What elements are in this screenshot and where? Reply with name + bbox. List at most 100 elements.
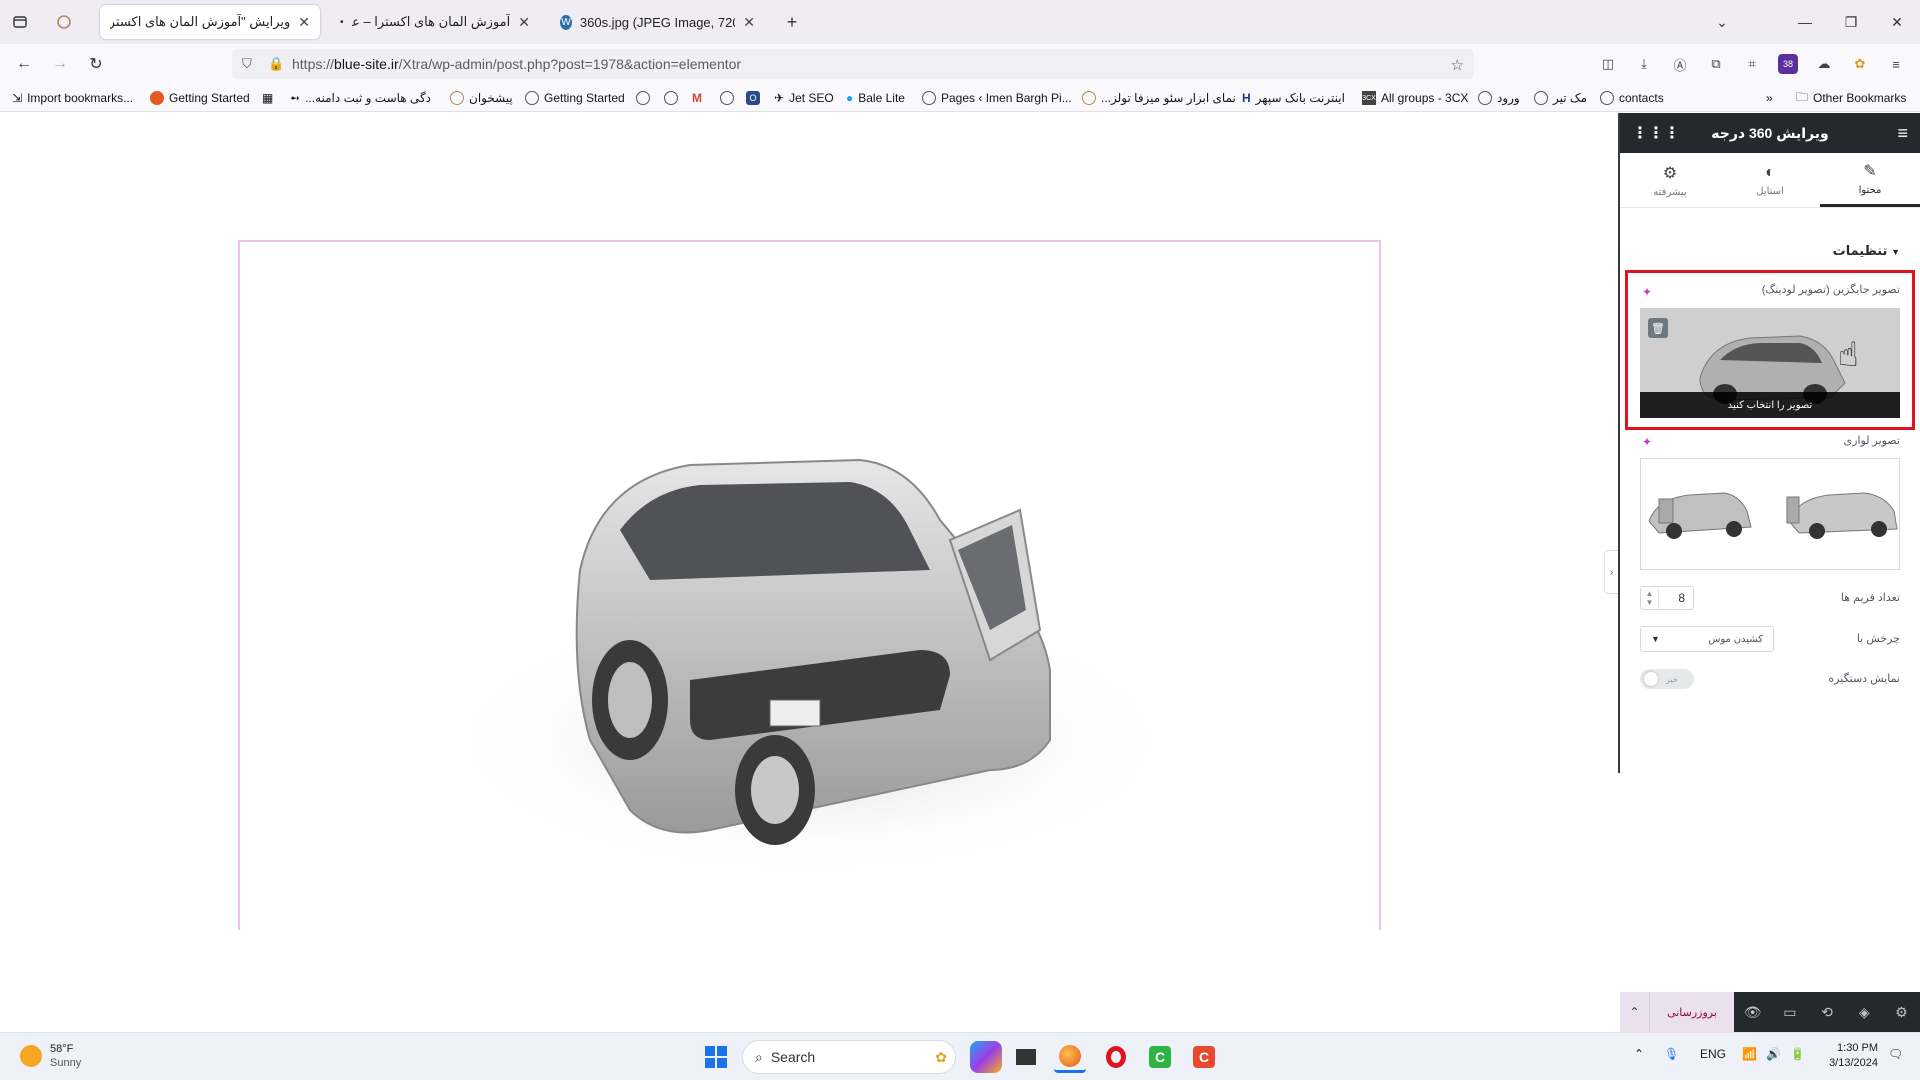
close-tab-icon[interactable]: ✕ [518,14,530,31]
tab-list-icon[interactable] [8,10,32,34]
bookmark-item[interactable]: contacts [1600,89,1664,107]
frames-count-input[interactable]: ▲ ▼ 8 [1640,586,1694,610]
account-icon[interactable]: Ⓐ [1670,54,1690,74]
addon-icon[interactable]: ✿ [1850,54,1870,74]
close-window-button[interactable]: ✕ [1874,8,1920,36]
bookmark-item[interactable]: ...نمای ابزار سئو میزفا تولز [1082,89,1236,107]
ai-sparkle-icon[interactable]: ✦ [1642,435,1652,449]
wifi-icon[interactable]: 📶 [1742,1047,1757,1061]
bookmark-item[interactable]: ورود [1478,89,1520,107]
microphone-icon[interactable]: 🎙 [1664,1047,1679,1061]
show-handle-toggle[interactable]: خیر [1640,669,1694,689]
tab-style[interactable]: ◐ استایل [1720,153,1820,207]
tab-advanced[interactable]: ⚙ پیشرفته [1620,153,1720,207]
navigator-layers-icon[interactable]: ◈ [1846,992,1883,1032]
windows-taskbar: 58°F Sunny ⌕ Search ✿ C C ⌃ 🎙 ENG 📶 🔊 🔋 … [0,1032,1920,1080]
close-tab-icon[interactable]: ✕ [298,14,310,31]
opera-icon[interactable] [1100,1041,1132,1073]
menu-hamburger-icon[interactable]: ≡ [1886,54,1906,74]
extension-badge-icon[interactable]: 38 [1778,54,1798,74]
widgets-grid-icon[interactable]: ⋮⋮⋮ [1632,123,1680,143]
minimize-button[interactable]: — [1782,8,1828,36]
bookmark-item[interactable] [664,89,678,107]
bookmark-item[interactable]: ➻ ...دگی هاست و ثبت دامنه [290,89,431,107]
camtasia-green-icon[interactable]: C [1144,1041,1176,1073]
url-bar[interactable]: ⛉ 🔒 https://blue-site.ir/Xtra/wp-admin/p… [232,49,1474,79]
bookmark-item[interactable]: Getting Started [525,89,625,107]
bookmark-item[interactable]: Getting Started [150,89,250,107]
ai-sparkle-icon[interactable]: ✦ [1642,285,1652,299]
bookmark-item[interactable]: ⇲ Import bookmarks... [12,89,133,107]
gallery-picker[interactable] [1640,458,1900,570]
bookmark-item[interactable]: ✈ Jet SEO [774,89,834,107]
bookmarks-overflow-icon[interactable]: » [1766,89,1773,107]
pocket-icon[interactable]: ◫ [1598,54,1618,74]
new-tab-icon[interactable]: + [780,10,804,34]
url-domain: blue-site.ir [334,56,399,72]
other-bookmarks[interactable]: 🗀 Other Bookmarks [1796,89,1906,107]
tab-elementor-editor[interactable]: ویرایش "آموزش المان های اکسترا – عل ✕ [100,5,320,39]
bookmark-item[interactable]: H اینترنت بانک سپهر [1242,89,1345,107]
publish-options-chevron-up-icon[interactable]: ⌃ [1620,992,1650,1032]
back-arrow-icon[interactable]: ← [12,52,36,76]
tab-jpeg-image[interactable]: W 360s.jpg (JPEG Image, 7200 × 60 ✕ [550,5,765,39]
bookmark-item[interactable]: 3CX All groups - 3CX [1362,89,1468,107]
bookmark-item[interactable]: مک تیر [1534,89,1587,107]
language-indicator[interactable]: ENG [1700,1047,1726,1061]
bookmark-star-icon[interactable]: ☆ [1451,56,1464,74]
clock[interactable]: 1:30 PM 3/13/2024 [1818,1041,1878,1071]
gallery-thumbnails [1641,459,1899,569]
extensions-puzzle-icon[interactable]: ⧉ [1706,54,1726,74]
clock-date: 3/13/2024 [1829,1057,1878,1069]
lock-icon[interactable]: 🔒 [268,56,284,72]
bookmark-item[interactable]: ▦ [262,89,273,107]
bookmark-item[interactable] [636,89,650,107]
loader-image-picker[interactable]: 🗑 تصویر را انتخاب کنید [1640,308,1900,418]
notification-icon[interactable]: 🗨 [1888,1047,1903,1061]
volume-icon[interactable]: 🔊 [1766,1047,1781,1061]
tray-chevron-up-icon[interactable]: ⌃ [1634,1047,1644,1061]
settings-gear-icon[interactable]: ⚙ [1883,992,1920,1032]
bookmark-item[interactable]: Pages ‹ Imen Bargh Pi... [922,89,1072,107]
weather-sun-icon[interactable] [20,1045,42,1067]
forward-arrow-icon[interactable]: → [48,52,72,76]
pinned-tab-icon[interactable] [52,10,76,34]
chevron-down-icon[interactable]: ⌄ [1710,10,1734,34]
windows-start-icon[interactable] [700,1041,732,1073]
bookmark-item[interactable] [720,89,734,107]
rotate-by-label: چرخش با [1856,633,1900,645]
cloud-icon[interactable]: ☁ [1814,54,1834,74]
preview-eye-icon[interactable]: 👁 [1734,992,1771,1032]
weather-widget[interactable]: 58°F Sunny [50,1042,81,1070]
copilot-icon[interactable] [970,1041,1002,1073]
restore-button[interactable]: ❐ [1828,8,1874,36]
contrast-icon: ◐ [1765,163,1775,181]
responsive-mode-icon[interactable]: ▭ [1771,992,1808,1032]
bookmark-item[interactable]: M [692,89,702,107]
trash-icon[interactable]: 🗑 [1648,318,1668,338]
camtasia-red-icon[interactable]: C [1188,1041,1220,1073]
shield-icon[interactable]: ⛉ [242,56,252,72]
tab-post-page[interactable]: • آموزش المان های اکسترا – علاءالد ✕ [330,5,540,39]
bookmark-item[interactable]: ● Bale Lite [846,89,905,107]
hamburger-menu-icon[interactable]: ≡ [1897,123,1908,144]
panel-collapse-toggle[interactable]: › [1604,550,1618,594]
reload-icon[interactable]: ↻ [84,52,108,76]
update-button[interactable]: بروزرسانی [1650,992,1734,1032]
bookmark-item[interactable]: O [746,89,760,107]
rotate-by-select[interactable]: کشیدن موس ▼ [1640,626,1774,652]
settings-section-toggle[interactable]: ▼ تنظیمات [1833,243,1900,259]
spinner-arrows-icon[interactable]: ▲ ▼ [1641,587,1659,609]
battery-icon[interactable]: 🔋 [1790,1047,1805,1061]
file-explorer-icon[interactable] [1010,1041,1042,1073]
crop-icon[interactable]: ⌗ [1742,54,1762,74]
bookmark-item[interactable]: پیشخوان [450,89,513,107]
tab-content[interactable]: ✎ محتوا [1820,153,1920,207]
taskbar-search[interactable]: ⌕ Search ✿ [742,1040,956,1074]
download-icon[interactable]: ⤓ [1634,54,1654,74]
history-icon[interactable]: ⟲ [1808,992,1845,1032]
choose-image-bar[interactable]: تصویر را انتخاب کنید [1640,392,1900,418]
close-tab-icon[interactable]: ✕ [743,14,755,31]
firefox-icon[interactable] [1054,1041,1086,1073]
panel-footer: ⌃ بروزرسانی 👁 ▭ ⟲ ◈ ⚙ [1620,992,1920,1032]
